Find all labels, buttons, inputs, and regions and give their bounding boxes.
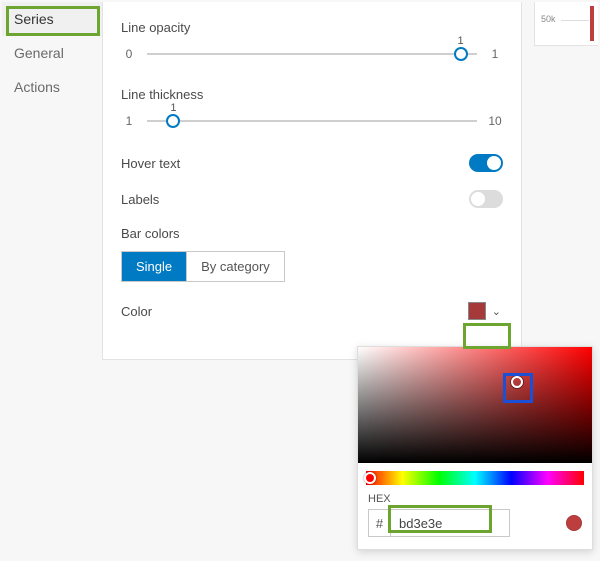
color-hue-cursor[interactable] <box>364 472 376 484</box>
hex-label: HEX <box>368 493 582 505</box>
chart-preview-bar <box>590 6 594 41</box>
line-opacity-value: 1 <box>457 35 463 47</box>
line-opacity-min: 0 <box>121 47 137 61</box>
line-thickness-min: 1 <box>121 114 137 128</box>
line-thickness-label: Line thickness <box>121 87 503 102</box>
hex-hash: # <box>368 509 390 537</box>
line-opacity-thumb[interactable] <box>454 47 468 61</box>
line-thickness-thumb[interactable] <box>166 114 180 128</box>
chart-preview-tick: 50k <box>541 14 556 24</box>
hover-text-toggle[interactable] <box>469 154 503 172</box>
series-settings-panel: Line opacity 0 1 1 Line thickness 1 1 10… <box>102 2 522 360</box>
hex-input[interactable] <box>390 509 510 537</box>
hover-text-label: Hover text <box>121 156 180 171</box>
color-hue-slider[interactable] <box>366 471 584 485</box>
bar-colors-by-category[interactable]: By category <box>186 252 284 281</box>
line-thickness-value: 1 <box>170 102 176 114</box>
tab-series[interactable]: Series <box>2 2 102 36</box>
color-picker-trigger[interactable]: ⌄ <box>466 300 503 322</box>
bar-colors-segmented: Single By category <box>121 251 285 282</box>
bar-colors-label: Bar colors <box>121 226 503 241</box>
bar-colors-single[interactable]: Single <box>122 252 186 281</box>
chart-preview: 50k <box>534 2 598 46</box>
line-thickness-slider[interactable]: 1 <box>147 112 477 130</box>
line-thickness-max: 10 <box>487 114 503 128</box>
settings-tabs: Series General Actions <box>2 2 102 104</box>
tab-general[interactable]: General <box>2 36 102 70</box>
tab-actions[interactable]: Actions <box>2 70 102 104</box>
color-saturation-value[interactable] <box>358 347 592 463</box>
labels-toggle[interactable] <box>469 190 503 208</box>
color-swatch <box>468 302 486 320</box>
labels-label: Labels <box>121 192 159 207</box>
color-picker-popup: HEX # <box>357 346 593 550</box>
color-preview-dot <box>566 515 582 531</box>
color-label: Color <box>121 304 152 319</box>
chevron-down-icon: ⌄ <box>492 305 501 318</box>
line-opacity-max: 1 <box>487 47 503 61</box>
chart-preview-gridline <box>561 20 589 21</box>
line-opacity-slider[interactable]: 1 <box>147 45 477 63</box>
line-opacity-label: Line opacity <box>121 20 503 35</box>
color-sv-cursor[interactable] <box>511 376 523 388</box>
